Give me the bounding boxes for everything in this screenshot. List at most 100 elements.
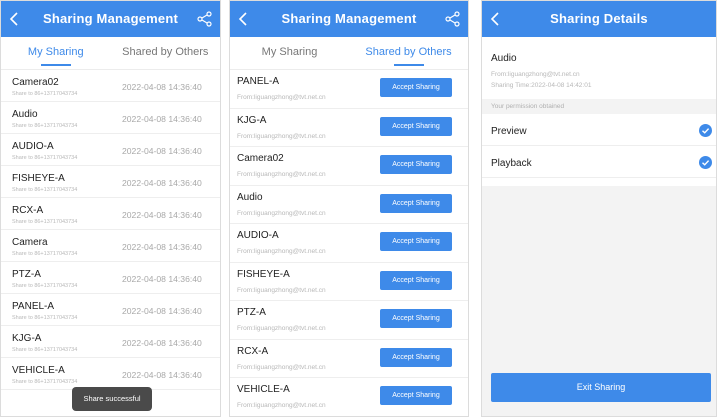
item-share-to: Share to 86+13717043734: [12, 123, 78, 129]
item-time: 2022-04-08 14:36:40: [122, 210, 202, 220]
list-item[interactable]: Camera02 Share to 86+13717043734 2022-04-0…: [1, 70, 220, 102]
list-item[interactable]: Camera Share to 86+13717043734 2022-04-08 …: [1, 230, 220, 262]
tab-my-sharing[interactable]: My Sharing: [1, 37, 111, 69]
item-name: FISHEYE-A: [12, 173, 65, 184]
tab-underline: [40, 64, 71, 66]
page-title: Sharing Management: [42, 11, 179, 26]
item-share-to: Share to 86+13717043734: [12, 219, 78, 225]
share-icon[interactable]: [196, 10, 214, 28]
item-name: PTZ-A: [237, 307, 266, 318]
list-item: Camera02 From:liguangzhong@tvt.net.cn Acce…: [230, 147, 468, 186]
list-item[interactable]: AUDIO-A Share to 86+13717043734 2022-04-08…: [1, 134, 220, 166]
tab-shared-by-others[interactable]: Shared by Others: [111, 37, 221, 69]
list-item: Audio From:liguangzhong@tvt.net.cn Accept …: [230, 186, 468, 224]
item-name: KJG-A: [237, 114, 267, 126]
item-from: From:liguangzhong@tvt.net.cn: [237, 286, 326, 294]
item-name: VEHICLE-A: [12, 365, 65, 376]
my-sharing-list: Camera02 Share to 86+13717043734 2022-04-0…: [1, 70, 220, 390]
item-time: 2022-04-08 14:36:40: [122, 306, 202, 316]
list-item[interactable]: PTZ-A Share to 86+13717043734 2022-04-08 1…: [1, 262, 220, 294]
list-item: FISHEYE-A From:liguangzhong@tvt.net.cn Acc…: [230, 263, 468, 301]
item-name: PANEL-A: [12, 301, 55, 312]
list-item[interactable]: VEHICLE-A Share to 86+13717043734 2022-04-…: [1, 358, 220, 390]
tab-label: My Sharing: [27, 46, 84, 58]
list-item: PTZ-A From:liguangzhong@tvt.net.cn Accept …: [230, 301, 468, 340]
exit-sharing-button[interactable]: Exit Sharing: [491, 373, 711, 402]
accept-sharing-button[interactable]: Accept Sharing: [380, 309, 452, 328]
list-item: PANEL-A From:liguangzhong@tvt.net.cn Accep…: [230, 70, 468, 109]
item-name: PTZ-A: [12, 269, 41, 280]
device-info: Audio From:liguangzhong@tvt.net.cn Shari…: [482, 37, 716, 89]
check-circle-icon: [699, 124, 712, 137]
tab-label: Shared by Others: [122, 46, 209, 58]
item-time: 2022-04-08 14:36:40: [122, 370, 202, 380]
accept-sharing-button[interactable]: Accept Sharing: [380, 193, 452, 213]
sharing-time: Sharing Time:2022-04-08 14:42:01: [491, 82, 592, 89]
list-item: AUDIO-A From:liguangzhong@tvt.net.cn Accep…: [230, 224, 468, 263]
top-bar: Sharing Details: [482, 1, 716, 37]
item-name: Camera02: [237, 153, 284, 164]
list-item[interactable]: Audio Share to 86+13717043734 2022-04-08 1…: [1, 102, 220, 134]
item-time: 2022-04-08 14:36:40: [122, 338, 202, 348]
item-share-to: Share to 86+13717043734: [12, 91, 78, 97]
item-from: From:liguangzhong@tvt.net.cn: [237, 209, 326, 217]
item-name: Camera: [12, 237, 48, 248]
list-item: KJG-A From:liguangzhong@tvt.net.cn Accept …: [230, 109, 468, 147]
item-name: PANEL-A: [237, 76, 280, 87]
item-from: From:liguangzhong@tvt.net.cn: [237, 94, 326, 101]
page-title: Sharing Details: [550, 11, 648, 26]
item-name: AUDIO-A: [12, 141, 54, 152]
item-time: 2022-04-08 14:36:40: [122, 242, 202, 252]
device-name: Audio: [491, 53, 517, 64]
list-item[interactable]: KJG-A Share to 86+13717043734 2022-04-08 1…: [1, 326, 220, 358]
item-share-to: Share to 86+13717043734: [12, 379, 78, 385]
tab-label: Shared by Others: [365, 46, 452, 58]
accept-sharing-button[interactable]: Accept Sharing: [380, 78, 452, 97]
accept-sharing-button[interactable]: Accept Sharing: [380, 386, 452, 405]
shared-from: From:liguangzhong@tvt.net.cn: [491, 71, 580, 78]
share-icon[interactable]: [444, 10, 462, 28]
item-name: Audio: [237, 191, 263, 203]
item-share-to: Share to 86+13717043734: [12, 187, 78, 193]
tab-shared-by-others[interactable]: Shared by Others: [349, 37, 468, 69]
item-time: 2022-04-08 14:36:40: [122, 274, 202, 284]
tab-label: My Sharing: [261, 46, 318, 58]
permission-row-playback[interactable]: Playback: [482, 146, 716, 178]
tab-bar: My Sharing Shared by Others: [1, 37, 220, 70]
accept-sharing-button[interactable]: Accept Sharing: [380, 155, 452, 174]
permission-label: Playback: [491, 158, 532, 169]
permission-row-preview[interactable]: Preview: [482, 114, 716, 146]
tab-bar: My Sharing Shared by Others: [230, 37, 468, 70]
top-bar: Sharing Management: [1, 1, 220, 37]
accept-sharing-button[interactable]: Accept Sharing: [380, 270, 452, 290]
top-bar: Sharing Management: [230, 1, 468, 37]
item-from: From:liguangzhong@tvt.net.cn: [237, 171, 326, 178]
list-item: VEHICLE-A From:liguangzhong@tvt.net.cn Acc…: [230, 378, 468, 416]
item-name: KJG-A: [12, 333, 42, 344]
list-item[interactable]: RCX-A Share to 86+13717043734 2022-04-08 1…: [1, 198, 220, 230]
item-name: Audio: [12, 109, 38, 120]
item-from: From:liguangzhong@tvt.net.cn: [237, 132, 326, 140]
item-time: 2022-04-08 14:36:40: [122, 114, 202, 124]
page-title: Sharing Management: [281, 11, 417, 26]
tab-my-sharing[interactable]: My Sharing: [230, 37, 349, 69]
item-name: AUDIO-A: [237, 230, 279, 241]
shared-by-others-list: PANEL-A From:liguangzhong@tvt.net.cn Accep…: [230, 70, 468, 416]
item-time: 2022-04-08 14:36:40: [122, 146, 202, 156]
tab-underline: [393, 64, 424, 66]
list-item[interactable]: FISHEYE-A Share to 86+13717043734 2022-04-…: [1, 166, 220, 198]
toast-message: Share successful: [72, 387, 152, 411]
panel-shared-by-others: Sharing Management My Sharing Shared by …: [229, 0, 469, 417]
list-item[interactable]: PANEL-A Share to 86+13717043734 2022-04-08…: [1, 294, 220, 326]
item-share-to: Share to 86+13717043734: [12, 315, 78, 321]
item-from: From:liguangzhong@tvt.net.cn: [237, 325, 326, 332]
accept-sharing-button[interactable]: Accept Sharing: [380, 116, 452, 136]
accept-sharing-button[interactable]: Accept Sharing: [380, 347, 452, 367]
item-share-to: Share to 86+13717043734: [12, 251, 78, 257]
item-name: FISHEYE-A: [237, 268, 290, 280]
item-name: Camera02: [12, 77, 59, 88]
list-item: RCX-A From:liguangzhong@tvt.net.cn Accept …: [230, 340, 468, 378]
permission-header: Your permission obtained: [482, 99, 716, 114]
item-name: RCX-A: [12, 205, 44, 216]
accept-sharing-button[interactable]: Accept Sharing: [380, 232, 452, 251]
